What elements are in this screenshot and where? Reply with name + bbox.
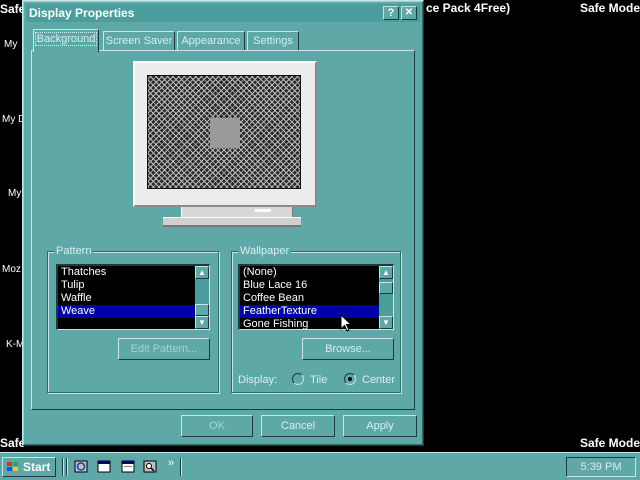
arrow-up-icon: ▲	[382, 268, 390, 277]
tab-background-label: Background	[34, 32, 98, 46]
tab-screen-saver[interactable]: Screen Saver	[103, 31, 175, 51]
scroll-thumb[interactable]	[379, 282, 393, 294]
tab-appearance[interactable]: Appearance	[177, 31, 245, 51]
list-item[interactable]: Thatches	[58, 266, 209, 279]
scroll-thumb[interactable]	[195, 304, 209, 316]
edit-pattern-button[interactable]: Edit Pattern...	[118, 338, 210, 360]
scroll-up-button[interactable]: ▲	[195, 266, 209, 279]
monitor-led	[255, 209, 271, 212]
pattern-list[interactable]: Thatches Tulip Waffle Weave ▲ ▼	[56, 264, 210, 330]
monitor-stand-base	[163, 217, 301, 227]
tab-appearance-label: Appearance	[181, 35, 241, 47]
center-radio[interactable]	[344, 373, 356, 385]
desktop-icon-label-4[interactable]: Moz	[2, 264, 21, 275]
list-item[interactable]: Coffee Bean	[240, 292, 393, 305]
display-label: Display:	[238, 374, 278, 386]
tile-label[interactable]: Tile	[310, 374, 327, 386]
list-item-selected[interactable]: Weave	[58, 305, 195, 318]
close-button[interactable]: ✕	[401, 6, 417, 20]
desktop-safe-mode-bottom-right: Safe Mode	[580, 436, 640, 450]
preview-wallpaper	[210, 118, 240, 148]
title-bar[interactable]: Display Properties ? ✕	[26, 4, 420, 22]
pattern-group-label: Pattern	[54, 244, 94, 258]
cancel-button[interactable]: Cancel	[261, 415, 335, 437]
scroll-down-button[interactable]: ▼	[195, 316, 209, 329]
list-item-selected[interactable]: FeatherTexture	[240, 305, 379, 318]
pattern-scrollbar[interactable]: ▲ ▼	[195, 266, 209, 329]
help-button[interactable]: ?	[383, 6, 399, 20]
preview-screen	[147, 75, 301, 189]
scroll-down-button[interactable]: ▼	[379, 316, 393, 329]
taskbar-separator	[180, 458, 182, 476]
tab-screen-saver-label: Screen Saver	[105, 35, 173, 47]
system-tray-clock[interactable]: 5:39 PM	[566, 457, 636, 477]
list-item[interactable]: Tulip	[58, 279, 209, 292]
monitor-preview	[133, 61, 317, 207]
tab-background[interactable]: Background	[33, 29, 99, 52]
wallpaper-group-label: Wallpaper	[238, 244, 292, 258]
taskbar-separator	[66, 458, 68, 476]
taskbar: Start » 5:39 PM	[0, 452, 640, 480]
radio-selected-dot	[348, 377, 352, 381]
desktop-safe-mode-top-right: Safe Mode	[580, 1, 640, 15]
scroll-up-button[interactable]: ▲	[379, 266, 393, 279]
window-title: Display Properties	[29, 6, 135, 20]
windows-logo-icon	[7, 462, 18, 471]
browse-button[interactable]: Browse...	[302, 338, 394, 360]
center-label[interactable]: Center	[362, 374, 395, 386]
arrow-down-icon: ▼	[382, 318, 390, 327]
monitor-stand-neck	[181, 207, 293, 217]
quick-launch-chevron-icon[interactable]: »	[168, 457, 174, 469]
list-item[interactable]: (None)	[240, 266, 393, 279]
tab-settings-label: Settings	[253, 35, 293, 47]
start-button[interactable]: Start	[2, 457, 56, 477]
arrow-down-icon: ▼	[198, 318, 206, 327]
ok-button[interactable]: OK	[181, 415, 253, 437]
window-icon[interactable]	[121, 460, 135, 473]
pattern-group: Pattern Thatches Tulip Waffle Weave ▲ ▼ …	[47, 244, 219, 393]
tab-settings[interactable]: Settings	[247, 31, 299, 51]
display-properties-window: Display Properties ? ✕ Background Screen…	[22, 0, 424, 446]
internet-explorer-icon[interactable]	[74, 460, 88, 473]
show-desktop-icon[interactable]	[97, 460, 111, 473]
wallpaper-scrollbar[interactable]: ▲ ▼	[379, 266, 393, 329]
desktop-icon-label-3[interactable]: My	[8, 188, 21, 199]
taskbar-separator	[62, 458, 64, 476]
close-icon: ✕	[404, 7, 414, 18]
mouse-cursor-icon	[340, 314, 352, 332]
desktop-icon-label-1[interactable]: My	[4, 39, 17, 50]
arrow-up-icon: ▲	[198, 268, 206, 277]
apply-button[interactable]: Apply	[343, 415, 417, 437]
desktop-banner-text: ce Pack 4Free)	[426, 1, 511, 15]
find-icon[interactable]	[143, 460, 157, 473]
wallpaper-list[interactable]: (None) Blue Lace 16 Coffee Bean FeatherT…	[238, 264, 394, 330]
list-item[interactable]: Waffle	[58, 292, 209, 305]
wallpaper-group: Wallpaper (None) Blue Lace 16 Coffee Bea…	[231, 244, 401, 393]
tile-radio[interactable]	[292, 373, 304, 385]
start-label: Start	[23, 460, 51, 474]
list-item[interactable]: Blue Lace 16	[240, 279, 393, 292]
list-item[interactable]: Gone Fishing	[240, 318, 393, 329]
